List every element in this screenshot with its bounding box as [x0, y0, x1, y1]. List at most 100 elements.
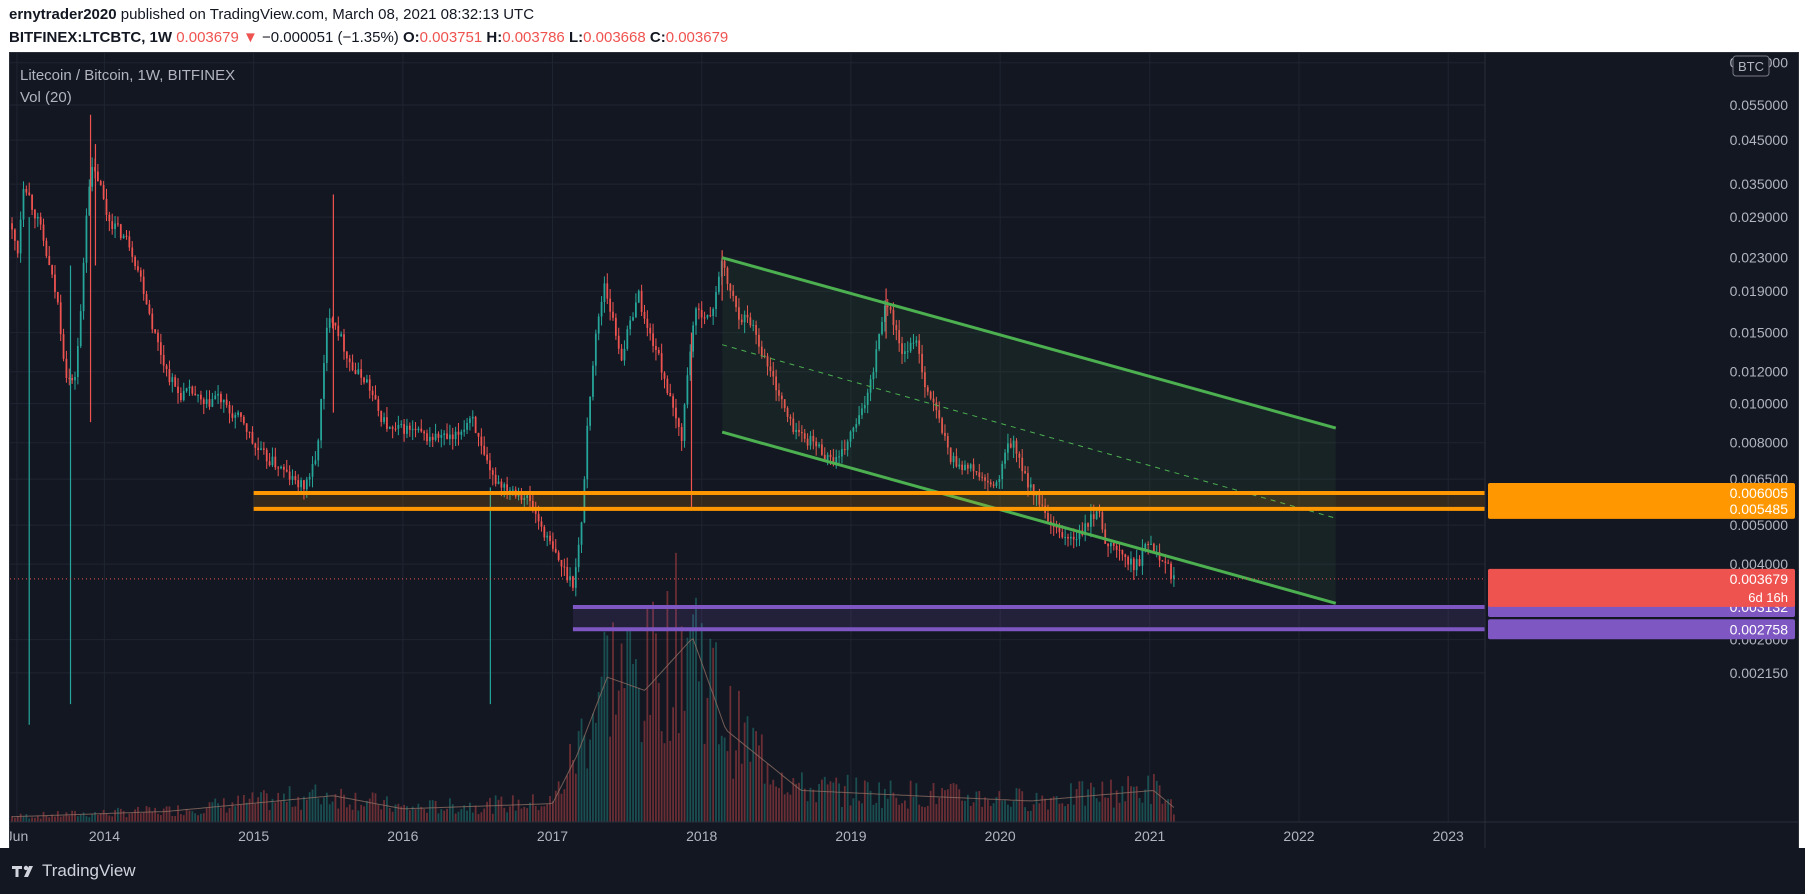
volume-bar	[1015, 788, 1018, 822]
candle-body	[1167, 562, 1170, 564]
price-chart[interactable]: 0.0700000.0550000.0450000.0350000.029000…	[10, 53, 1798, 849]
candle-body	[262, 448, 265, 450]
volume-bar	[305, 799, 308, 822]
volume-bar	[343, 794, 345, 822]
volume-bar	[374, 793, 377, 822]
publish-info: ernytrader2020 published on TradingView.…	[9, 6, 534, 23]
volume-bar	[354, 792, 357, 822]
candle-body	[1161, 560, 1164, 562]
candle-body	[257, 447, 260, 451]
volume-bar	[700, 623, 703, 822]
candle-body	[635, 302, 637, 318]
volume-bar	[855, 777, 858, 822]
symbol-info: BITFINEX:LTCBTC, 1W 0.003679 ▼ −0.000051…	[9, 29, 728, 46]
volume-bar	[99, 813, 102, 822]
volume-bar	[632, 663, 634, 822]
change-arrow-icon: ▼	[242, 29, 258, 46]
volume-bar	[131, 813, 134, 822]
candle-body	[368, 379, 371, 391]
volume-bar	[955, 784, 958, 822]
volume-bar	[31, 817, 33, 822]
volume-bar	[208, 802, 211, 822]
volume-bar	[586, 768, 589, 822]
candle-body	[54, 274, 56, 293]
candle-body	[546, 535, 549, 538]
volume-bar	[752, 727, 755, 822]
candle-body	[174, 377, 177, 387]
volume-bar	[786, 792, 789, 822]
y-tick-label: 0.015000	[1730, 325, 1789, 341]
candle-body	[214, 395, 217, 400]
volume-bar	[111, 816, 114, 822]
volume-bar	[803, 788, 806, 822]
candle-body	[88, 186, 91, 216]
volume-bar	[789, 794, 792, 822]
volume-bar	[48, 817, 51, 822]
candle-body	[623, 348, 626, 361]
volume-bar	[503, 807, 506, 822]
y-tick-label: 0.012000	[1730, 364, 1789, 380]
candle-body	[1170, 563, 1172, 579]
legend-title[interactable]: Litecoin / Bitcoin, 1W, BITFINEX	[20, 67, 235, 84]
candle-body	[168, 369, 171, 383]
volume-bar	[1110, 779, 1112, 822]
volume-bar	[474, 805, 477, 822]
y-tick-label: 0.045000	[1730, 132, 1789, 148]
volume-bar	[706, 697, 709, 822]
candle-body	[202, 399, 205, 405]
candle-body	[240, 412, 242, 417]
volume-bar	[829, 781, 832, 822]
close-value: 0.003679	[665, 29, 729, 46]
volume-bar	[483, 808, 486, 822]
close-label: C:	[649, 29, 666, 46]
candle-body	[537, 513, 540, 522]
volume-bar	[743, 722, 746, 822]
volume-bar	[308, 792, 311, 822]
candle-body	[188, 386, 191, 389]
volume-bar	[1147, 775, 1150, 822]
volume-bar	[529, 802, 531, 822]
tradingview-brand[interactable]: TradingView	[42, 861, 136, 881]
volume-bar	[25, 814, 28, 822]
candle-body	[145, 294, 148, 305]
volume-bar	[466, 810, 468, 822]
candle-body	[159, 342, 162, 355]
candle-body	[377, 399, 380, 411]
volume-bar	[1152, 774, 1155, 822]
volume-bar	[594, 722, 597, 822]
tradingview-logo-icon	[12, 865, 33, 877]
published-text: published on TradingView.com, March 08, …	[116, 6, 535, 23]
volume-bar	[675, 552, 677, 822]
volume-bar	[151, 811, 154, 822]
volume-bar	[546, 804, 549, 822]
candle-body	[700, 309, 703, 318]
candle-body	[154, 329, 157, 333]
volume-bar	[755, 731, 757, 822]
volume-bar	[182, 815, 185, 822]
volume-bar	[1173, 814, 1175, 822]
candle-body	[1064, 536, 1067, 538]
candle-body	[271, 456, 274, 466]
candle-body	[31, 194, 33, 210]
candle-body	[663, 372, 666, 379]
volume-bar	[506, 812, 509, 822]
publisher-name[interactable]: ernytrader2020	[9, 6, 117, 23]
volume-bar	[915, 783, 918, 822]
chart-pane[interactable]: 0.0700000.0550000.0450000.0350000.029000…	[9, 52, 1799, 850]
volume-bar	[683, 710, 686, 822]
candle-body	[323, 363, 325, 399]
candle-body	[99, 181, 102, 186]
legend-volume[interactable]: Vol (20)	[20, 89, 72, 106]
candle-body	[371, 390, 374, 396]
candle-body	[466, 423, 468, 430]
volume-bar	[205, 808, 208, 822]
volume-bar	[471, 812, 474, 822]
candle-body	[592, 365, 594, 397]
volume-bar	[1112, 807, 1115, 822]
volume-bar	[929, 790, 932, 822]
volume-bar	[972, 802, 975, 822]
candle-body	[706, 315, 709, 318]
volume-bar	[1155, 780, 1158, 822]
candle-body	[491, 470, 494, 475]
volume-bar	[500, 796, 503, 822]
